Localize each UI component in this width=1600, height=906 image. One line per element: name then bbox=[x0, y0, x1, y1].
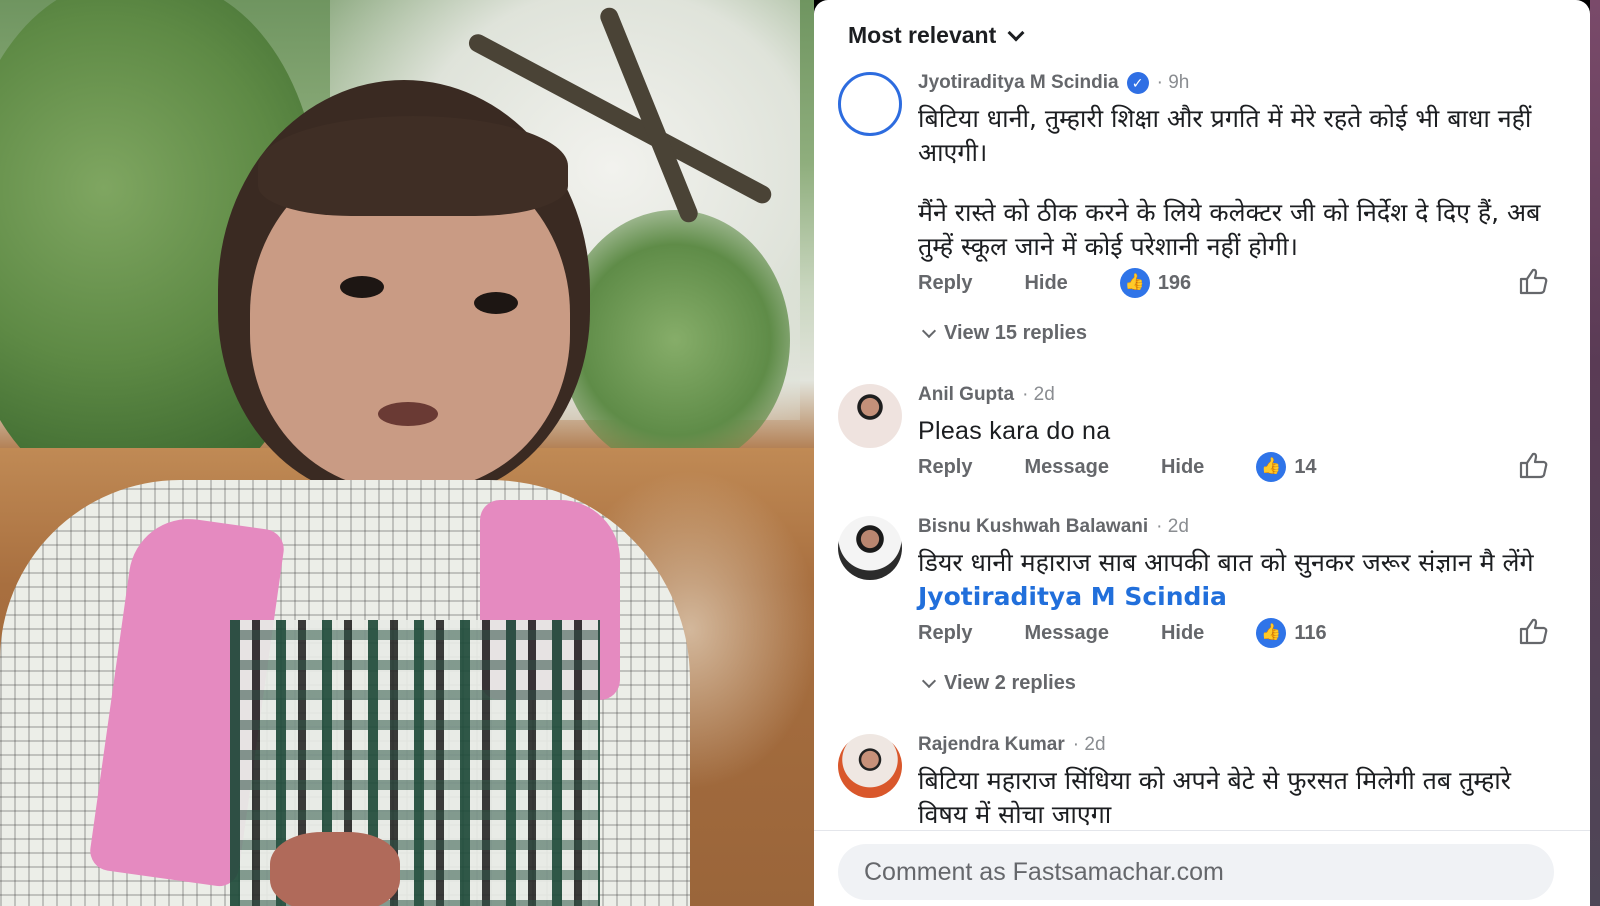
comments-panel: Most relevant Jyotiraditya M Scindia ✓ ·… bbox=[814, 0, 1590, 906]
comment-actions: Reply Message Hide 👍 116 bbox=[918, 618, 1550, 648]
thumbs-up-icon: 👍 bbox=[1256, 618, 1287, 648]
reaction-count[interactable]: 👍 116 bbox=[1256, 618, 1327, 648]
avatar[interactable] bbox=[838, 734, 902, 798]
chevron-down-icon bbox=[1007, 24, 1025, 41]
reply-button[interactable]: Reply bbox=[918, 272, 972, 295]
comment-paragraph: बिटिया धानी, तुम्हारी शिक्षा और प्रगति म… bbox=[918, 104, 1532, 167]
verified-badge-icon: ✓ bbox=[1126, 72, 1149, 94]
video-tree-right bbox=[560, 210, 790, 470]
comment-input-placeholder: Comment as Fastsamachar.com bbox=[864, 857, 1224, 886]
chevron-down-icon bbox=[921, 673, 937, 688]
like-count-value: 116 bbox=[1294, 621, 1327, 644]
video-frame[interactable] bbox=[0, 0, 814, 906]
reply-button[interactable]: Reply bbox=[918, 456, 972, 479]
girl-eye bbox=[474, 292, 518, 314]
composer-divider bbox=[814, 830, 1590, 831]
background-edge bbox=[1590, 0, 1600, 906]
avatar[interactable] bbox=[838, 516, 902, 580]
reply-button[interactable]: Reply bbox=[918, 622, 972, 645]
avatar[interactable] bbox=[838, 72, 902, 136]
reaction-count[interactable]: 👍 196 bbox=[1119, 268, 1192, 298]
comment-author[interactable]: Rajendra Kumar bbox=[918, 734, 1065, 756]
girl-mouth bbox=[378, 402, 438, 426]
comment-author[interactable]: Jyotiraditya M Scindia bbox=[918, 72, 1119, 94]
like-count-value: 14 bbox=[1294, 455, 1317, 478]
view-replies-link[interactable]: View 2 replies bbox=[918, 672, 1076, 695]
chevron-down-icon bbox=[921, 323, 937, 338]
view-replies-label: View 15 replies bbox=[944, 322, 1088, 344]
comment-time[interactable]: · 2d bbox=[1022, 384, 1055, 406]
comment-actions: Reply Hide 👍 196 bbox=[918, 268, 1550, 298]
reaction-count[interactable]: 👍 14 bbox=[1256, 452, 1317, 482]
comment-text: डियर धानी महाराज साब आपकी बात को सुनकर ज… bbox=[918, 546, 1550, 614]
view-replies-label: View 2 replies bbox=[944, 672, 1076, 694]
mention-link[interactable]: Jyotiraditya M Scindia bbox=[918, 582, 1227, 611]
comment-text: Pleas kara do na bbox=[918, 417, 1111, 445]
comment-actions: Reply Message Hide 👍 14 bbox=[918, 452, 1550, 482]
comment-text: बिटिया महाराज सिंधिया को अपने बेटे से फु… bbox=[918, 766, 1511, 829]
thumbs-up-outline-icon[interactable] bbox=[1516, 264, 1550, 298]
sort-label: Most relevant bbox=[848, 22, 997, 48]
comment-author[interactable]: Bisnu Kushwah Balawani bbox=[918, 516, 1148, 538]
comment-time[interactable]: · 9h bbox=[1157, 72, 1190, 94]
message-button[interactable]: Message bbox=[1024, 456, 1109, 479]
thumbs-up-outline-icon[interactable] bbox=[1516, 448, 1550, 482]
comment-time[interactable]: · 2d bbox=[1156, 516, 1189, 538]
hide-button[interactable]: Hide bbox=[1161, 622, 1204, 645]
avatar[interactable] bbox=[838, 384, 902, 448]
message-button[interactable]: Message bbox=[1024, 622, 1109, 645]
screen: Most relevant Jyotiraditya M Scindia ✓ ·… bbox=[0, 0, 1600, 906]
comment-author[interactable]: Anil Gupta bbox=[918, 384, 1014, 406]
thumbs-up-icon: 👍 bbox=[1256, 452, 1287, 482]
view-replies-link[interactable]: View 15 replies bbox=[918, 322, 1087, 345]
thumbs-up-outline-icon[interactable] bbox=[1516, 614, 1550, 648]
girl-fringe bbox=[258, 116, 568, 216]
girl-hand bbox=[270, 832, 400, 906]
comment-paragraph: मैंने रास्ते को ठीक करने के लिये कलेक्टर… bbox=[918, 198, 1541, 261]
hide-button[interactable]: Hide bbox=[1024, 272, 1067, 295]
girl-eye bbox=[340, 276, 384, 298]
comment-input[interactable]: Comment as Fastsamachar.com bbox=[838, 844, 1554, 900]
like-count-value: 196 bbox=[1157, 271, 1192, 294]
hide-button[interactable]: Hide bbox=[1161, 456, 1204, 479]
thumbs-up-icon: 👍 bbox=[1119, 268, 1150, 298]
sort-dropdown[interactable]: Most relevant bbox=[848, 22, 1025, 49]
comment-text-body: डियर धानी महाराज साब आपकी बात को सुनकर ज… bbox=[918, 548, 1534, 577]
comment-time[interactable]: · 2d bbox=[1073, 734, 1106, 756]
comment-text: बिटिया धानी, तुम्हारी शिक्षा और प्रगति म… bbox=[918, 102, 1550, 264]
